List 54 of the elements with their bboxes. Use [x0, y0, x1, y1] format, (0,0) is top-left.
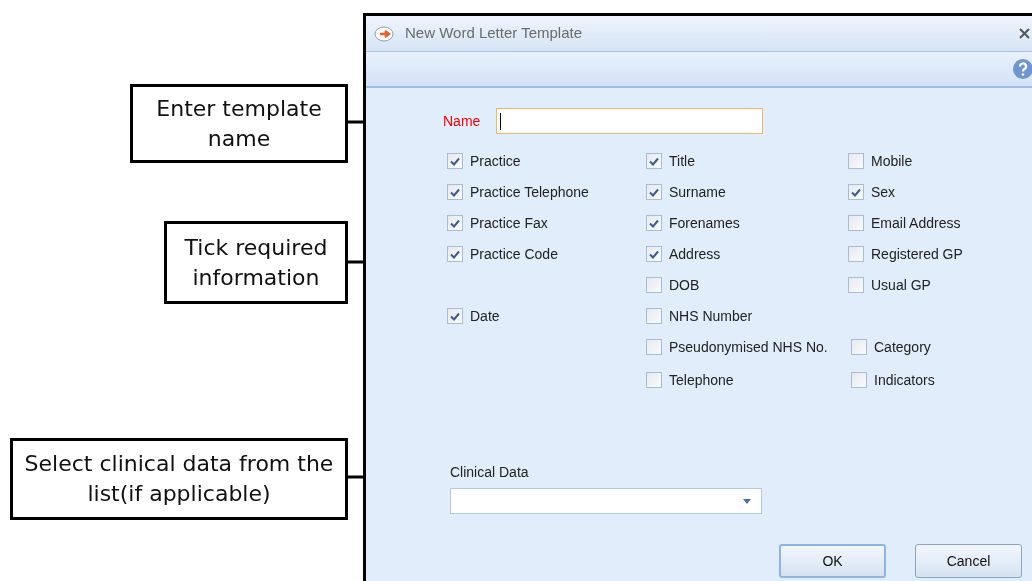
checkbox-label: Usual GP — [871, 276, 931, 294]
checkbox[interactable] — [848, 184, 864, 200]
checkbox[interactable] — [848, 153, 864, 169]
ok-button[interactable]: OK — [779, 544, 886, 578]
callout-text: Select clinical data from the list(if applicable) — [10, 438, 348, 520]
checkbox[interactable] — [646, 277, 662, 293]
checkbox-label: Mobile — [871, 152, 913, 170]
callout-text: Enter template name — [130, 84, 348, 163]
checkbox-label: Pseudonymised NHS No. — [669, 338, 828, 356]
checkbox-label: Registered GP — [871, 245, 963, 263]
checkbox-label: Practice — [470, 152, 521, 170]
checkbox-label: Practice Fax — [470, 214, 548, 232]
checkbox-label: Practice Code — [470, 245, 558, 263]
checkbox-label: Email Address — [871, 214, 961, 232]
checkbox[interactable] — [646, 246, 662, 262]
close-icon[interactable] — [1019, 28, 1030, 39]
checkbox-label: Address — [669, 245, 721, 263]
callout-text: Tick required information — [164, 221, 348, 304]
checkbox-label: Telephone — [669, 371, 734, 389]
checkbox-label: Practice Telephone — [470, 183, 589, 201]
checkbox[interactable] — [646, 308, 662, 324]
clinical-data-dropdown[interactable] — [450, 488, 762, 514]
app-icon — [374, 25, 396, 42]
checkbox[interactable] — [646, 184, 662, 200]
checkbox[interactable] — [447, 308, 463, 324]
checkbox-label: Sex — [871, 183, 896, 201]
name-label: Name — [443, 111, 481, 131]
clinical-data-label: Clinical Data — [450, 463, 530, 482]
checkbox[interactable] — [646, 215, 662, 231]
checkbox-label: Category — [874, 338, 931, 356]
checkbox-label: Date — [470, 307, 500, 325]
checkbox[interactable] — [447, 184, 463, 200]
checkbox-label: Title — [669, 152, 695, 170]
name-input[interactable] — [496, 108, 764, 134]
checkbox[interactable] — [848, 215, 864, 231]
checkbox[interactable] — [447, 246, 463, 262]
checkbox-label: NHS Number — [669, 307, 753, 325]
checkbox-label: Forenames — [669, 214, 740, 232]
checkbox[interactable] — [848, 246, 864, 262]
checkbox[interactable] — [848, 277, 864, 293]
checkbox[interactable] — [851, 372, 867, 388]
checkbox-label: Indicators — [874, 371, 935, 389]
help-icon[interactable] — [1012, 58, 1032, 80]
checkbox[interactable] — [646, 372, 662, 388]
checkbox[interactable] — [447, 215, 463, 231]
dropdown-arrow-icon — [743, 498, 751, 504]
checkbox-label: DOB — [669, 276, 700, 294]
checkbox[interactable] — [447, 153, 463, 169]
checkbox[interactable] — [646, 339, 662, 355]
checkbox[interactable] — [851, 339, 867, 355]
checkbox-label: Surname — [669, 183, 726, 201]
window-title: New Word Letter Template — [405, 23, 583, 44]
checkbox[interactable] — [646, 153, 662, 169]
cancel-button[interactable]: Cancel — [915, 544, 1022, 578]
